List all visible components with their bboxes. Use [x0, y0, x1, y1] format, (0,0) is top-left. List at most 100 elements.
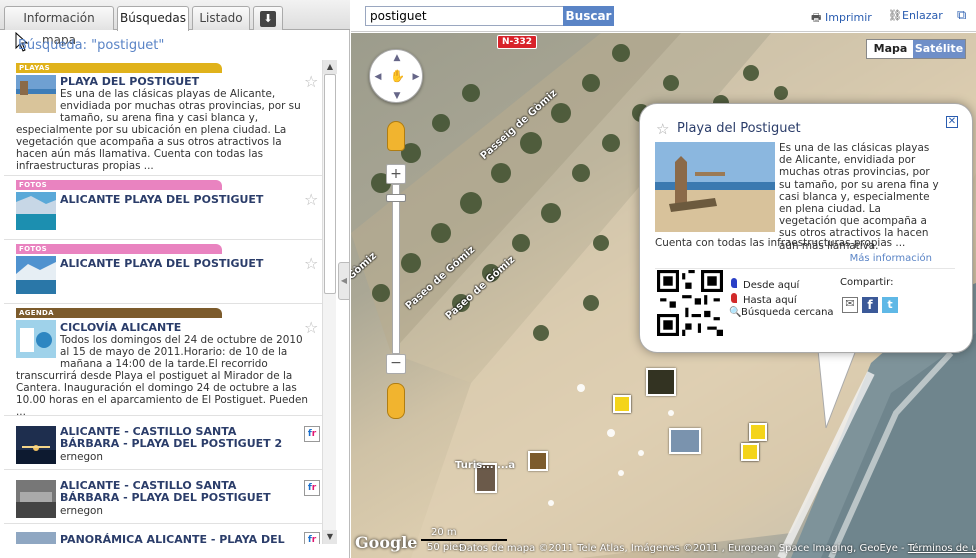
red-pin-icon [731, 293, 737, 303]
result-item[interactable]: AGENDA CICLOVÍA ALICANTE Todos los domin… [4, 304, 322, 418]
favorite-star-icon[interactable]: ☆ [656, 120, 669, 138]
favorite-star-icon[interactable]: ☆ [304, 74, 320, 90]
satellite-map[interactable]: N-332 Passeig de Gòmiz Paseo de Gómiz Pa… [351, 33, 976, 558]
result-thumbnail [16, 256, 56, 294]
facebook-share-icon[interactable]: f [862, 297, 878, 313]
result-title[interactable]: ALICANTE PLAYA DEL POSTIGUET [60, 194, 292, 206]
left-panel: Información mapa Búsquedas Listado ⬇ Bús… [0, 0, 350, 558]
agenda-marker-icon[interactable] [528, 451, 548, 471]
map-photo-thumbnail[interactable] [646, 368, 676, 396]
link-label: Enlazar [902, 9, 943, 22]
blue-pin-icon [731, 278, 737, 288]
directions-to-link[interactable]: Hasta aquí [731, 293, 797, 306]
result-thumbnail [16, 192, 56, 230]
download-icon: ⬇ [260, 11, 276, 27]
share-link[interactable]: ⛓Enlazar [888, 9, 943, 22]
rotate-45-icon[interactable] [387, 383, 405, 419]
info-window-title[interactable]: Playa del Postiguet [677, 121, 801, 136]
pan-down-icon[interactable]: ▼ [391, 90, 403, 102]
map-marker-icon[interactable] [741, 443, 759, 461]
collapse-panel-handle[interactable]: ◀ [338, 262, 350, 300]
pan-control[interactable]: ▲ ▼ ◀ ▶ ✋ [369, 49, 423, 103]
zoom-track[interactable] [392, 184, 400, 354]
directions-from-link[interactable]: Desde aquí [731, 278, 799, 291]
search-input[interactable] [365, 6, 565, 26]
map-marker-icon[interactable] [613, 395, 631, 413]
result-author: ernegon [60, 451, 103, 463]
print-link[interactable]: 🖶 Imprimir [811, 9, 872, 28]
street-view-pegman-icon[interactable] [387, 121, 405, 151]
pan-up-icon[interactable]: ▲ [391, 52, 403, 64]
zoom-out-button[interactable]: − [386, 354, 406, 374]
favorite-star-icon[interactable]: ☆ [304, 320, 320, 336]
scrollbar-thumb[interactable] [324, 74, 336, 294]
map-type-satellite-button[interactable]: Satélite [913, 40, 965, 58]
email-share-icon[interactable]: ✉ [842, 297, 858, 313]
qr-code [657, 270, 723, 336]
tab-searches[interactable]: Búsquedas [117, 6, 189, 31]
result-title[interactable]: ALICANTE - CASTILLO SANTA BÁRBARA - PLAY… [60, 480, 292, 504]
category-badge: PLAYAS [16, 63, 222, 73]
scroll-up-arrow-icon[interactable]: ▲ [323, 60, 337, 74]
pan-right-icon[interactable]: ▶ [410, 71, 422, 83]
result-item[interactable]: ALICANTE - CASTILLO SANTA BÁRBARA - PLAY… [4, 470, 322, 524]
search-button[interactable]: Buscar [563, 6, 614, 26]
results-scrollbar[interactable]: ▲ ▼ [322, 60, 337, 544]
result-title[interactable]: PLAYA DEL POSTIGUET [60, 76, 292, 88]
road-shield-n332: N-332 [497, 35, 538, 49]
pan-left-icon[interactable]: ◀ [372, 71, 384, 83]
result-thumbnail [16, 480, 56, 518]
flickr-icon[interactable]: fr [304, 532, 320, 544]
result-description-continued: transcurrirá desde Playa el postiguet al… [16, 370, 308, 418]
map-attribution: Datos de mapa ©2011 Tele Atlas, Imágenes… [459, 543, 976, 554]
tab-list[interactable]: Listado [192, 6, 250, 30]
more-info-link[interactable]: Más información [850, 253, 932, 264]
scroll-down-arrow-icon[interactable]: ▼ [323, 530, 337, 544]
close-icon[interactable]: ✕ [946, 116, 958, 128]
open-external-icon[interactable]: ⧉ [957, 8, 971, 23]
nearby-search-link[interactable]: 🔍Búsqueda cercana [729, 307, 834, 318]
result-title[interactable]: ALICANTE PLAYA DEL POSTIGUET [60, 258, 292, 270]
scale-line [421, 539, 507, 541]
favorite-star-icon[interactable]: ☆ [304, 256, 320, 272]
result-description: Es una de las clásicas playas de Alicant… [60, 88, 301, 124]
tab-map-info[interactable]: Información mapa [4, 6, 114, 47]
chain-link-icon: ⛓ [888, 9, 902, 22]
result-description-continued: especialmente por su ubicación en plena … [16, 124, 287, 172]
category-badge: AGENDA [16, 308, 222, 318]
search-results-title: Búsqueda: "postiguet" [18, 38, 165, 53]
result-title[interactable]: ALICANTE - CASTILLO SANTA BÁRBARA - PLAY… [60, 426, 292, 450]
zoom-thumb[interactable] [386, 194, 406, 202]
attribution-text: Datos de mapa ©2011 Tele Atlas, Imágenes… [459, 543, 905, 554]
result-thumbnail [16, 75, 56, 113]
map-marker-icon[interactable] [749, 423, 767, 441]
terms-of-use-link[interactable]: Términos de uso [908, 543, 976, 554]
result-title[interactable]: CICLOVÍA ALICANTE [60, 322, 292, 334]
result-item[interactable]: FOTOS ALICANTE PLAYA DEL POSTIGUET ☆ [4, 240, 322, 304]
zoom-slider[interactable]: + − [386, 164, 406, 414]
magnifier-icon: 🔍 [729, 307, 742, 318]
twitter-share-icon[interactable]: t [882, 297, 898, 313]
result-item[interactable]: ALICANTE - CASTILLO SANTA BÁRBARA - PLAY… [4, 416, 322, 470]
map-type-map-button[interactable]: Mapa [867, 40, 914, 58]
directions-from-label: Desde aquí [743, 280, 800, 291]
info-window: ✕ ☆ Playa del Postiguet Es una de las cl… [639, 103, 973, 353]
map-photo-thumbnail[interactable] [669, 428, 701, 454]
result-item[interactable]: PLAYAS PLAYA DEL POSTIGUET Es una de las… [4, 60, 322, 176]
google-logo[interactable]: Google [355, 533, 417, 552]
directions-to-label: Hasta aquí [743, 295, 797, 306]
infowindow-tail [817, 350, 857, 429]
flickr-icon[interactable]: fr [304, 480, 320, 496]
result-title[interactable]: PANORÁMICA ALICANTE - PLAYA DEL [60, 534, 292, 545]
favorite-star-icon[interactable]: ☆ [304, 192, 320, 208]
result-item[interactable]: FOTOS ALICANTE PLAYA DEL POSTIGUET ☆ [4, 176, 322, 240]
zoom-in-button[interactable]: + [386, 164, 406, 184]
info-window-description: Es una de las clásicas playas de Alicant… [779, 142, 939, 252]
tab-download[interactable]: ⬇ [253, 6, 283, 30]
result-item[interactable]: PANORÁMICA ALICANTE - PLAYA DEL fr [4, 524, 322, 544]
flickr-icon[interactable]: fr [304, 426, 320, 442]
search-results-list: PLAYAS PLAYA DEL POSTIGUET Es una de las… [4, 60, 322, 544]
result-author: ernegon [60, 505, 103, 517]
tab-bar: Información mapa Búsquedas Listado ⬇ [0, 0, 350, 47]
category-badge: FOTOS [16, 180, 222, 190]
